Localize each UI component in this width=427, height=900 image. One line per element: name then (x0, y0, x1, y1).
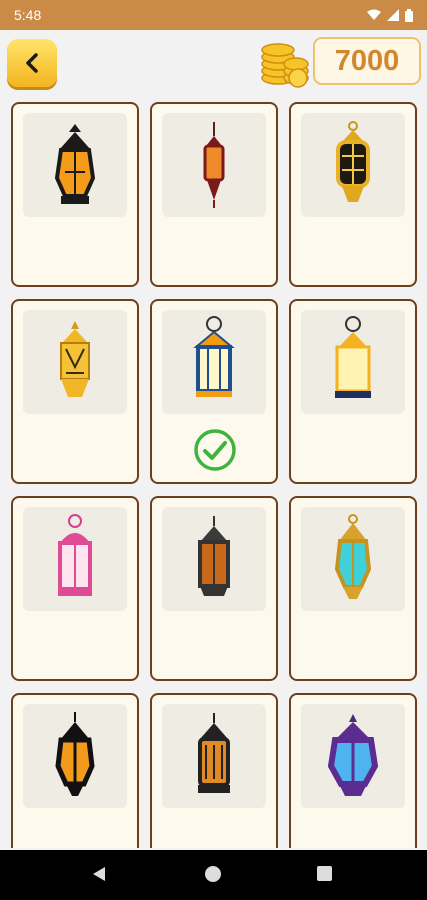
back-triangle-icon[interactable] (92, 866, 106, 882)
signal-icon (387, 9, 399, 21)
coin-counter: 7000 (313, 37, 421, 85)
home-circle-icon[interactable] (205, 866, 221, 882)
red-hanging-lantern-icon (203, 122, 225, 208)
lantern-thumbnail (301, 507, 405, 611)
purple-blue-lantern-icon (327, 714, 379, 796)
lantern-card[interactable] (289, 693, 417, 848)
gold-teal-lantern-icon (334, 514, 372, 599)
system-nav-bar (0, 850, 427, 900)
lantern-thumbnail (23, 113, 127, 217)
coin-count: 7000 (334, 44, 400, 77)
recent-square-icon[interactable] (317, 866, 332, 881)
lantern-thumbnail (301, 113, 405, 217)
lantern-thumbnail (162, 113, 266, 217)
navy-yellow-lantern-icon (335, 316, 371, 398)
wifi-icon (367, 9, 381, 20)
lantern-thumbnail (301, 310, 405, 414)
lantern-thumbnail (162, 704, 266, 808)
top-bar: 7000 (0, 30, 427, 96)
lantern-grid (11, 102, 417, 848)
lantern-card[interactable] (150, 496, 278, 681)
chevron-left-icon (26, 53, 38, 73)
lantern-card[interactable] (11, 102, 139, 287)
status-time: 5:48 (14, 7, 42, 23)
dark-grey-lantern-icon (198, 516, 230, 596)
lantern-card[interactable] (289, 102, 417, 287)
black-bronze-lantern-icon (198, 713, 230, 793)
lantern-thumbnail (162, 310, 266, 414)
lantern-thumbnail (23, 507, 127, 611)
blue-orange-lantern-icon (193, 316, 235, 397)
status-bar: 5:48 (0, 0, 427, 30)
back-button[interactable] (7, 39, 57, 87)
black-orange-lantern-icon (54, 124, 96, 204)
lantern-card[interactable] (289, 299, 417, 484)
coin-stack-icon (261, 43, 309, 88)
lantern-thumbnail (162, 507, 266, 611)
lantern-card[interactable] (11, 496, 139, 681)
lantern-card[interactable] (150, 693, 278, 848)
lantern-card[interactable] (289, 496, 417, 681)
lantern-thumbnail (23, 310, 127, 414)
lantern-card[interactable] (11, 299, 139, 484)
gold-ornate-lantern-icon (336, 121, 370, 202)
battery-icon (405, 8, 413, 22)
lantern-card[interactable] (11, 693, 139, 848)
lantern-card[interactable] (150, 299, 278, 484)
black-silhouette-lantern-icon (55, 712, 95, 796)
status-icons (367, 8, 413, 22)
lantern-card[interactable] (150, 102, 278, 287)
checkmark-icon (194, 429, 236, 471)
lantern-thumbnail (23, 704, 127, 808)
lantern-thumbnail (301, 704, 405, 808)
pink-lantern-icon (58, 514, 92, 596)
gold-carved-lantern-icon (60, 321, 90, 397)
